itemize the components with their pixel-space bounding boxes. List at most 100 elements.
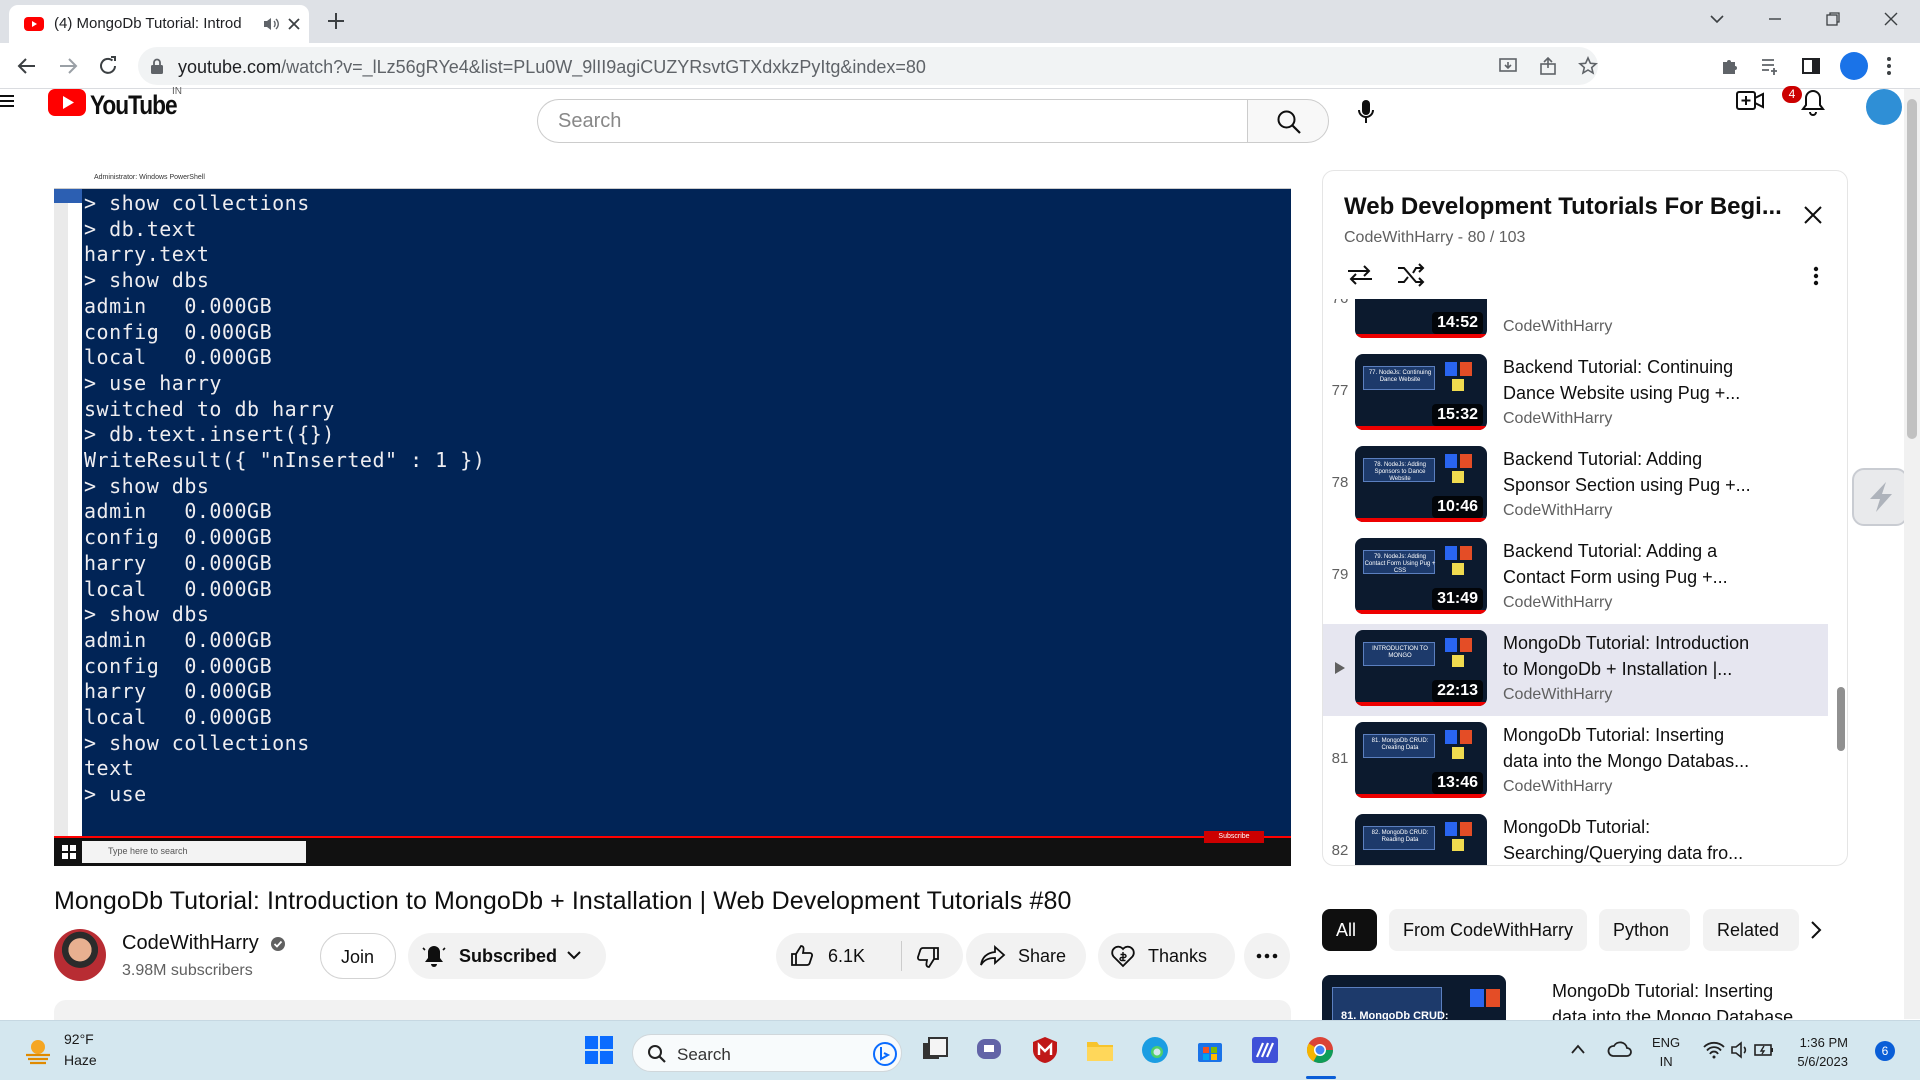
wifi-icon[interactable]	[1703, 1041, 1725, 1059]
audio-playing-icon[interactable]	[262, 16, 280, 32]
extensions-puzzle-icon[interactable]	[1720, 56, 1740, 76]
playlist-item[interactable]: 82 82. MongoDb CRUD: Reading Data MongoDb …	[1323, 808, 1828, 865]
share-page-icon[interactable]	[1538, 56, 1558, 76]
playlist-item-title[interactable]: MongoDb Tutorial: Searching/Querying data…	[1503, 814, 1773, 865]
install-app-icon[interactable]	[1498, 56, 1518, 76]
file-explorer-icon[interactable]	[1085, 1035, 1115, 1065]
side-panel-icon[interactable]	[1801, 56, 1821, 76]
profile-avatar[interactable]	[1840, 52, 1868, 80]
windows-start-icon[interactable]	[584, 1035, 614, 1065]
playlist-title[interactable]: Web Development Tutorials For Begi...	[1344, 193, 1782, 221]
playlist-menu-icon[interactable]	[1813, 266, 1819, 286]
channel-name[interactable]: CodeWithHarry	[122, 932, 259, 955]
playlist-item-title-line2: to MongoDb + Installation |...	[1503, 659, 1733, 679]
video-player[interactable]: Administrator: Windows PowerShell > show…	[54, 171, 1291, 866]
search-button[interactable]	[1247, 99, 1329, 143]
tray-chevron-up-icon[interactable]	[1570, 1043, 1586, 1055]
join-button[interactable]: Join	[320, 933, 396, 979]
playlist-item-title[interactable]: MongoDb Tutorial: Inserting data into the…	[1503, 722, 1773, 774]
back-icon[interactable]	[16, 55, 38, 77]
more-actions-button[interactable]	[1244, 933, 1290, 979]
lock-icon[interactable]	[150, 58, 164, 74]
youtube-logo-icon[interactable]	[48, 89, 86, 116]
channel-avatar[interactable]	[54, 929, 106, 981]
create-video-icon[interactable]	[1736, 89, 1764, 113]
search-box[interactable]	[537, 99, 1247, 143]
loop-playlist-icon[interactable]	[1345, 262, 1375, 288]
playlist-item-thumbnail[interactable]: Cards Using Pug14:52	[1355, 299, 1487, 338]
thanks-button[interactable]: Thanks	[1098, 933, 1235, 979]
playlist-item[interactable]: 78 78. NodeJs: Adding Sponsors to Dance W…	[1323, 440, 1828, 532]
youtube-logo-text[interactable]: YouTube	[90, 90, 178, 121]
playlist-item-thumbnail[interactable]: 77. NodeJs: Continuing Dance Website 15:3…	[1355, 354, 1487, 430]
like-thumb-up-icon[interactable]	[790, 944, 814, 968]
subscribed-button[interactable]: Subscribed	[408, 933, 606, 979]
weather-temperature[interactable]: 92°F	[64, 1031, 94, 1047]
playlist-item-title[interactable]: MongoDb Tutorial: Introduction to MongoDb…	[1503, 630, 1773, 682]
page-scrollbar-thumb[interactable]	[1907, 99, 1917, 439]
playlist-item-title[interactable]: Backend Tutorial: Adding Sponsor Section …	[1503, 446, 1773, 498]
task-view-icon[interactable]	[920, 1035, 950, 1065]
volume-icon[interactable]	[1730, 1041, 1750, 1059]
hamburger-menu-icon[interactable]	[0, 93, 14, 109]
battery-icon[interactable]	[1754, 1042, 1774, 1058]
chip-from-codewithharry[interactable]: From CodeWithHarry	[1389, 909, 1587, 951]
chrome-icon[interactable]	[1305, 1035, 1335, 1065]
playlist-scrollbar[interactable]	[1837, 687, 1845, 751]
playlist-item-thumbnail[interactable]: 79. NodeJs: Adding Contact Form Using Pu…	[1355, 538, 1487, 614]
microphone-icon[interactable]	[1357, 99, 1375, 125]
playlist-item-title-line1: Backend Tutorial: Adding a	[1503, 541, 1718, 561]
chips-next-chevron-icon[interactable]	[1808, 920, 1824, 940]
reload-icon[interactable]	[97, 55, 119, 77]
browser-menu-icon[interactable]	[1886, 56, 1892, 76]
shuffle-playlist-icon[interactable]	[1396, 262, 1426, 288]
page-scrollbar[interactable]	[1904, 89, 1920, 1019]
chip-all[interactable]: All	[1322, 909, 1377, 951]
account-avatar[interactable]	[1866, 89, 1902, 125]
playlist-close-icon[interactable]	[1803, 205, 1823, 225]
window-close-icon[interactable]	[1882, 10, 1900, 28]
tab-close-icon[interactable]	[287, 17, 301, 31]
like-count[interactable]: 6.1K	[828, 946, 865, 967]
taskbar-search[interactable]: Search	[632, 1034, 902, 1072]
vscode-like-icon[interactable]	[1250, 1035, 1280, 1065]
system-clock[interactable]: 1:36 PM 5/6/2023	[1776, 1033, 1848, 1071]
weather-description[interactable]: Haze	[64, 1052, 97, 1068]
playlist-item-title[interactable]: Backend Tutorial: Continuing Dance Websit…	[1503, 354, 1773, 406]
dislike-thumb-down-icon[interactable]	[916, 945, 940, 969]
input-language[interactable]: ENG IN	[1652, 1033, 1680, 1071]
weather-haze-icon[interactable]	[22, 1035, 54, 1067]
playlist-item-thumbnail[interactable]: INTRODUCTION TO MONGO 22:13	[1355, 630, 1487, 706]
mcafee-icon[interactable]	[1030, 1035, 1060, 1065]
teams-chat-icon[interactable]	[975, 1035, 1005, 1065]
browser-tab[interactable]: (4) MongoDb Tutorial: Introd	[9, 5, 309, 43]
playlist-item[interactable]: 79 79. NodeJs: Adding Contact Form Using …	[1323, 532, 1828, 624]
playlist-item-thumbnail[interactable]: 82. MongoDb CRUD: Reading Data	[1355, 814, 1487, 865]
playlist-item-thumbnail[interactable]: 78. NodeJs: Adding Sponsors to Dance Web…	[1355, 446, 1487, 522]
playlist-item[interactable]: 81 81. MongoDb CRUD: Creating Data 13:46 Mo…	[1323, 716, 1828, 808]
forward-icon[interactable]	[57, 55, 79, 77]
chip-related[interactable]: Related	[1703, 909, 1799, 951]
edge-icon[interactable]	[1140, 1035, 1170, 1065]
address-bar[interactable]: youtube.com/watch?v=_lLz56gRYe4&list=PLu…	[138, 47, 1598, 85]
playlist-item[interactable]: 76Cards Using Pug14:52Cards Using Pure P…	[1323, 299, 1828, 348]
notifications-bell-icon[interactable]	[1800, 89, 1826, 117]
playlist-item[interactable]: INTRODUCTION TO MONGO 22:13 MongoDb Tutori…	[1323, 624, 1828, 716]
playlist-item[interactable]: 77 77. NodeJs: Continuing Dance Website 15…	[1323, 348, 1828, 440]
floating-assistant-button[interactable]	[1852, 468, 1908, 526]
reading-list-icon[interactable]	[1760, 56, 1780, 76]
playlist-item-title[interactable]: Backend Tutorial: Adding a Contact Form u…	[1503, 538, 1773, 590]
onedrive-cloud-icon[interactable]	[1607, 1039, 1633, 1059]
chip-python[interactable]: Python	[1599, 909, 1690, 951]
search-input[interactable]	[558, 100, 1218, 142]
microsoft-store-icon[interactable]	[1195, 1035, 1225, 1065]
bookmark-star-icon[interactable]	[1578, 56, 1598, 76]
rec-title-line1: MongoDb Tutorial: Inserting	[1552, 981, 1774, 1001]
minimize-icon[interactable]	[1766, 10, 1784, 28]
restore-icon[interactable]	[1824, 10, 1842, 28]
notification-center-badge[interactable]: 6	[1875, 1041, 1895, 1061]
share-button[interactable]: Share	[966, 933, 1086, 979]
tab-search-chevron-icon[interactable]	[1708, 10, 1726, 28]
playlist-item-thumbnail[interactable]: 81. MongoDb CRUD: Creating Data 13:46	[1355, 722, 1487, 798]
new-tab-icon[interactable]	[325, 10, 347, 32]
